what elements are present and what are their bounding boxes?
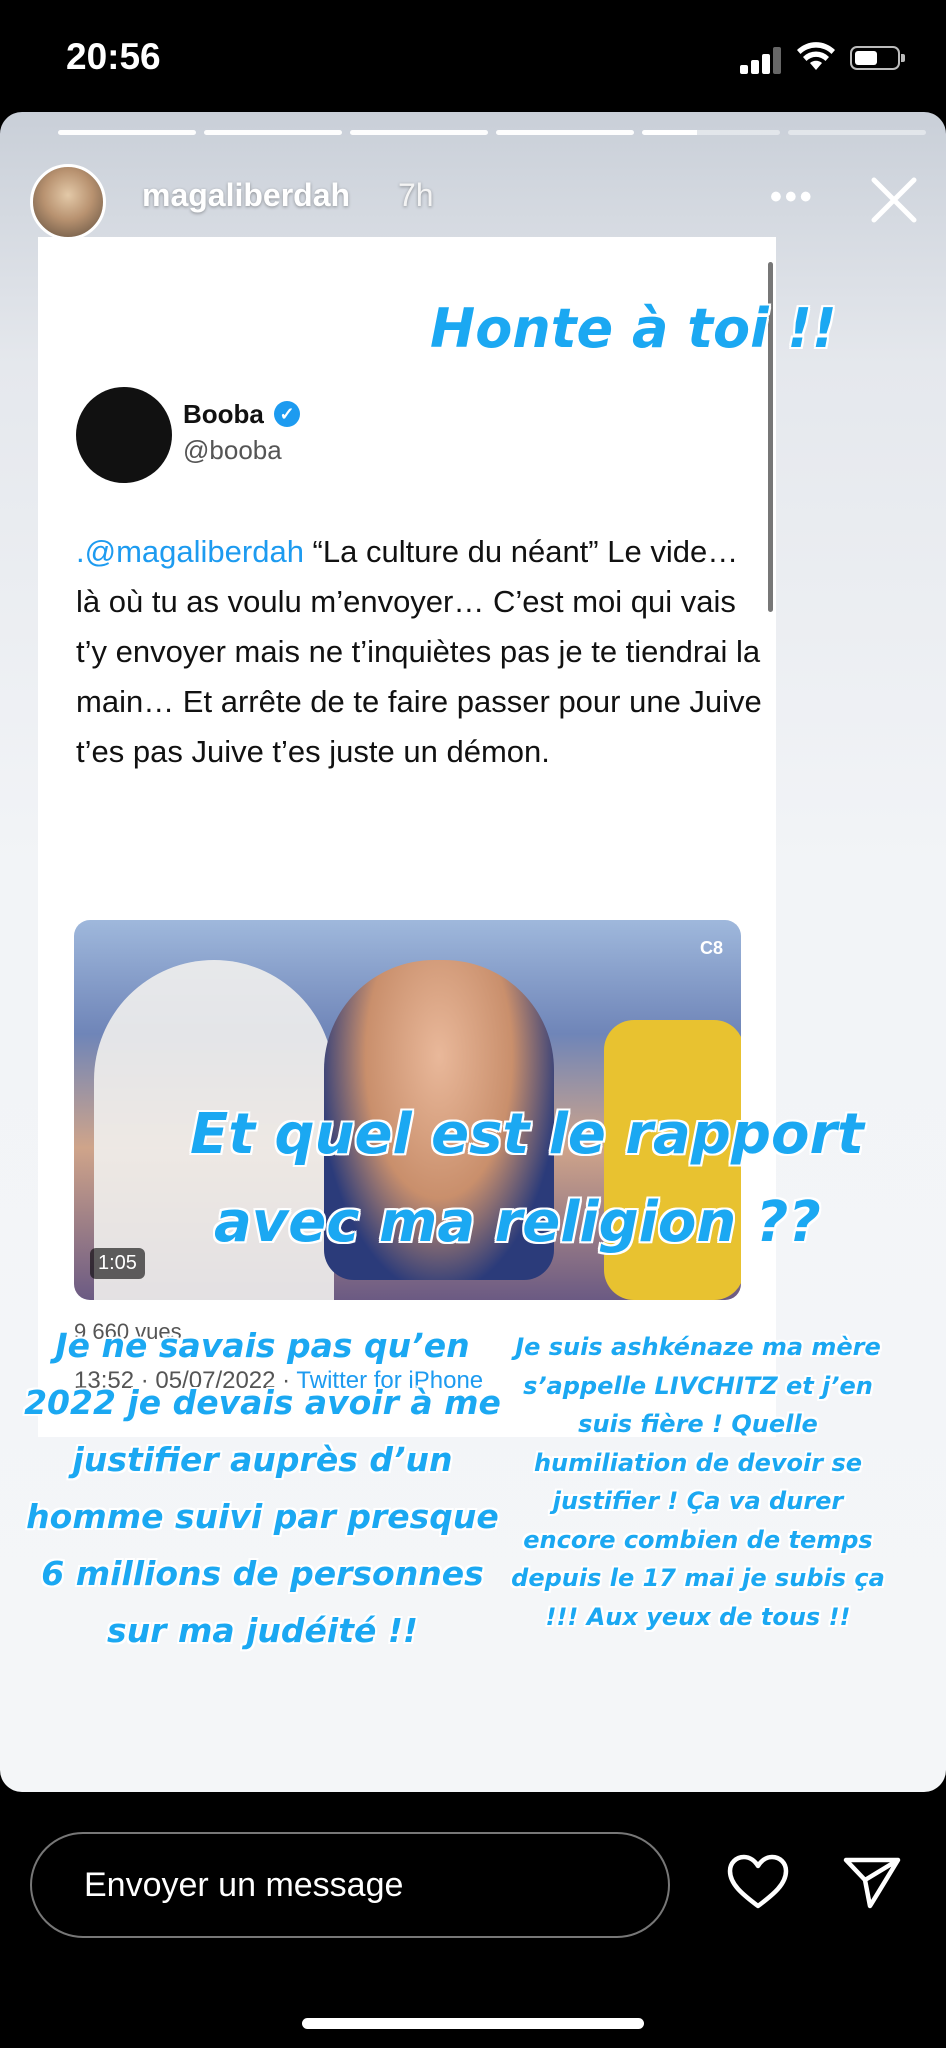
story-username[interactable]: magaliberdah [142, 177, 350, 214]
heart-icon[interactable] [726, 1854, 790, 1910]
more-options-button[interactable]: ••• [770, 178, 815, 217]
status-time: 20:56 [66, 36, 161, 77]
story-age: 7h [398, 177, 434, 213]
reply-bar: Envoyer un message [0, 1792, 946, 2048]
tweet-body: “La culture du néant” Le vide… là où tu … [76, 534, 762, 769]
video-duration: 1:05 [90, 1248, 145, 1279]
overlay-honte: Honte à toi !! [430, 297, 837, 360]
story-viewer[interactable]: magaliberdah 7h ••• Booba ✓ @booba .@mag… [0, 112, 946, 1792]
verified-icon: ✓ [274, 401, 300, 427]
channel-logo: C8 [699, 938, 723, 958]
tweet-avatar [76, 387, 172, 483]
overlay-right-text: Je suis ashkénaze ma mère s’appelle LIVC… [511, 1333, 885, 1631]
close-icon[interactable] [866, 172, 922, 228]
tweet-card: Booba ✓ @booba .@magaliberdah “La cultur… [38, 237, 776, 1437]
tweet-text: .@magaliberdah “La culture du néant” Le … [76, 527, 766, 777]
status-bar: 20:56 [0, 0, 946, 115]
wifi-icon [797, 42, 835, 70]
message-input[interactable]: Envoyer un message [30, 1832, 670, 1938]
tweet-author-handle: @booba [183, 435, 282, 465]
tweet-author-name: Booba [183, 399, 264, 429]
message-placeholder: Envoyer un message [84, 1866, 404, 1904]
overlay-rapport-line2: avec ma religion ?? [214, 1190, 821, 1255]
send-icon[interactable] [842, 1854, 902, 1910]
battery-icon [850, 46, 905, 70]
tweet-mention: .@magaliberdah [76, 534, 304, 569]
overlay-rapport-line1: Et quel est le rapport [190, 1102, 864, 1167]
story-progress [58, 130, 926, 135]
signal-icon [740, 46, 784, 74]
overlay-left-text: Je ne savais pas qu’en 2022 je devais av… [24, 1326, 501, 1650]
home-indicator [302, 2018, 644, 2029]
avatar[interactable] [30, 164, 106, 240]
